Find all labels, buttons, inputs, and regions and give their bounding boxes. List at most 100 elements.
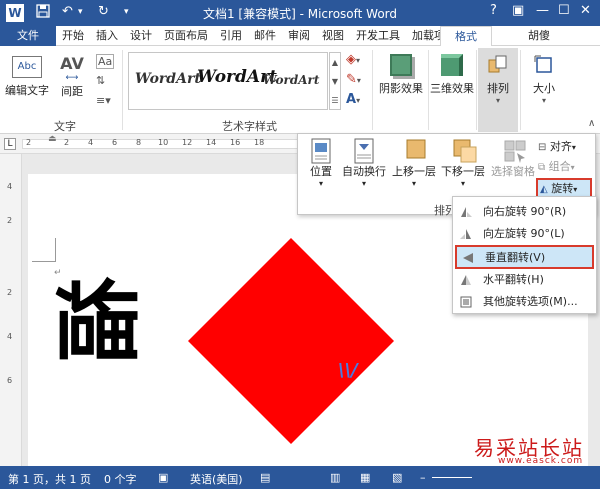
menu-item-rotate-left[interactable]: 向左旋转 90°(L) <box>455 223 594 245</box>
shadow-icon <box>390 54 412 76</box>
group-button[interactable]: ⧉ 组合▾ <box>538 158 592 176</box>
tab-insert[interactable]: 插入 <box>92 26 122 46</box>
ruler-tick: 18 <box>254 138 265 147</box>
rotate-label: 旋转 <box>551 182 574 195</box>
rotate-left-icon <box>459 227 473 241</box>
tab-mailings[interactable]: 邮件 <box>250 26 280 46</box>
size-dropdown-icon: ▾ <box>541 96 546 105</box>
text-effects-icon[interactable]: A▾ <box>346 92 360 107</box>
watermark-url: www.easck.com <box>498 456 584 466</box>
rotate-button[interactable]: ◭ 旋转▾ <box>536 178 592 198</box>
shadow-effects-button[interactable]: 阴影效果 <box>376 52 426 108</box>
group-separator <box>520 50 521 130</box>
read-mode-icon[interactable]: ▥ <box>330 471 340 484</box>
group-separator <box>428 50 429 130</box>
size-label: 大小 <box>533 82 555 95</box>
align-text-icon[interactable]: ≡▾ <box>96 94 111 107</box>
align-icon: ⊟ <box>538 142 547 153</box>
macro-icon[interactable]: ▤ <box>260 471 270 484</box>
align-button[interactable]: ⊟ 对齐▾ <box>538 138 592 156</box>
web-layout-icon[interactable]: ▧ <box>392 471 402 484</box>
tab-selector-icon[interactable]: L <box>4 138 16 150</box>
arrange-button[interactable]: 排列 ▾ <box>478 48 518 132</box>
bring-forward-label: 上移一层 <box>392 165 436 178</box>
print-layout-icon[interactable]: ▦ <box>360 471 370 484</box>
flipped-glyph-wordart[interactable]: 福 <box>49 270 150 370</box>
selection-pane-button[interactable]: 选择窗格 <box>488 138 538 179</box>
same-height-icon[interactable]: Aa <box>96 54 115 69</box>
bring-forward-icon <box>403 138 426 160</box>
menu-item-flip-vertical[interactable]: 垂直翻转(V) <box>455 245 594 269</box>
vertical-ruler[interactable]: 4 2 2 4 6 <box>0 154 22 466</box>
menu-item-label: 水平翻转(H) <box>483 273 544 286</box>
ribbon: Abc 编辑文字 AV ⟷ 间距 Aa ⇅ ≡▾ 文字 WordArt Word… <box>0 46 600 134</box>
red-diamond-shape[interactable] <box>188 238 394 444</box>
zoom-slider[interactable] <box>432 477 472 478</box>
tab-format[interactable]: 格式 <box>440 26 492 46</box>
wordart-gallery[interactable]: WordArt WordArt WordArt <box>128 52 328 110</box>
size-button[interactable]: 大小 ▾ <box>522 52 566 108</box>
ruler-tick: 12 <box>182 138 193 147</box>
edit-text-button[interactable]: Abc 编辑文字 <box>4 52 50 108</box>
layout-options-icon[interactable]: \\/ <box>338 360 358 381</box>
edit-text-label: 编辑文字 <box>5 84 49 97</box>
tab-page-layout[interactable]: 页面布局 <box>160 26 212 46</box>
group-label: 组合 <box>548 160 571 173</box>
tab-developer[interactable]: 开发工具 <box>352 26 404 46</box>
collapse-ribbon-icon[interactable]: ∧ <box>588 118 595 129</box>
arrange-dropdown-icon: ▾ <box>495 96 500 105</box>
proofing-icon[interactable]: ▣ <box>158 471 168 484</box>
text-fill-icon[interactable]: ◈▾ <box>346 52 360 67</box>
group-separator <box>372 50 373 130</box>
zoom-out-icon[interactable]: – <box>420 471 426 484</box>
menu-item-label: 垂直翻转(V) <box>485 251 546 264</box>
tab-file[interactable]: 文件 <box>0 26 56 46</box>
3d-effects-button[interactable]: 三维效果 <box>430 52 474 108</box>
vertical-text-icon[interactable]: ⇅ <box>96 74 105 87</box>
text-group-label: 文字 <box>54 120 76 133</box>
3d-icon <box>441 54 463 76</box>
position-label: 位置 <box>310 165 332 178</box>
send-backward-button[interactable]: 下移一层 ▾ <box>438 138 488 188</box>
spacing-label: 间距 <box>61 85 83 98</box>
language-status[interactable]: 英语(美国) <box>190 471 243 487</box>
wrap-text-dropdown-icon: ▾ <box>361 179 366 188</box>
tab-home[interactable]: 开始 <box>58 26 88 46</box>
text-outline-icon[interactable]: ✎▾ <box>346 72 361 87</box>
menu-item-more-rotation-options[interactable]: 其他旋转选项(M)... <box>455 291 594 313</box>
user-name[interactable]: 胡傻 <box>524 26 554 46</box>
position-button[interactable]: 位置 ▾ <box>304 138 338 188</box>
size-icon <box>533 54 555 76</box>
indent-marker-icon[interactable]: ⏏ <box>48 134 57 144</box>
wrap-text-button[interactable]: 自动换行 ▾ <box>340 138 388 188</box>
word-count[interactable]: 0 个字 <box>104 471 137 487</box>
maximize-button[interactable]: ☐ <box>558 3 570 18</box>
menu-item-rotate-right[interactable]: 向右旋转 90°(R) <box>455 201 594 223</box>
menu-item-flip-horizontal[interactable]: 水平翻转(H) <box>455 269 594 291</box>
help-button[interactable]: ? <box>490 3 497 18</box>
wrap-text-label: 自动换行 <box>342 165 386 178</box>
page-count[interactable]: 第 1 页，共 1 页 <box>8 471 91 487</box>
tab-design[interactable]: 设计 <box>126 26 156 46</box>
title-bar: W ↶ ▾ ↻ ▾ 文档1 [兼容模式] - Microsoft Word ? … <box>0 0 600 26</box>
align-label: 对齐 <box>549 140 572 153</box>
ribbon-display-button[interactable]: ▣ <box>512 3 524 18</box>
vruler-tick: 6 <box>7 376 13 385</box>
position-icon <box>310 138 332 164</box>
spacing-button[interactable]: AV ⟷ 间距 <box>54 52 90 108</box>
wordart-style-3[interactable]: WordArt <box>263 73 319 87</box>
tab-view[interactable]: 视图 <box>318 26 348 46</box>
close-button[interactable]: ✕ <box>580 3 591 18</box>
bring-forward-button[interactable]: 上移一层 ▾ <box>390 138 438 188</box>
arrange-icon <box>487 54 509 76</box>
gallery-scroll-icon[interactable]: ▲ ▼ ☰ <box>329 52 341 110</box>
page-corner-mark <box>32 238 56 262</box>
group-separator <box>476 50 477 130</box>
tab-references[interactable]: 引用 <box>216 26 246 46</box>
menu-item-label: 向左旋转 90°(L) <box>483 227 565 240</box>
vruler-tick: 4 <box>7 332 13 341</box>
minimize-button[interactable]: — <box>536 3 549 18</box>
tab-review[interactable]: 审阅 <box>284 26 314 46</box>
wordart-style-1[interactable]: WordArt <box>135 71 201 87</box>
menu-item-label: 向右旋转 90°(R) <box>483 205 567 218</box>
